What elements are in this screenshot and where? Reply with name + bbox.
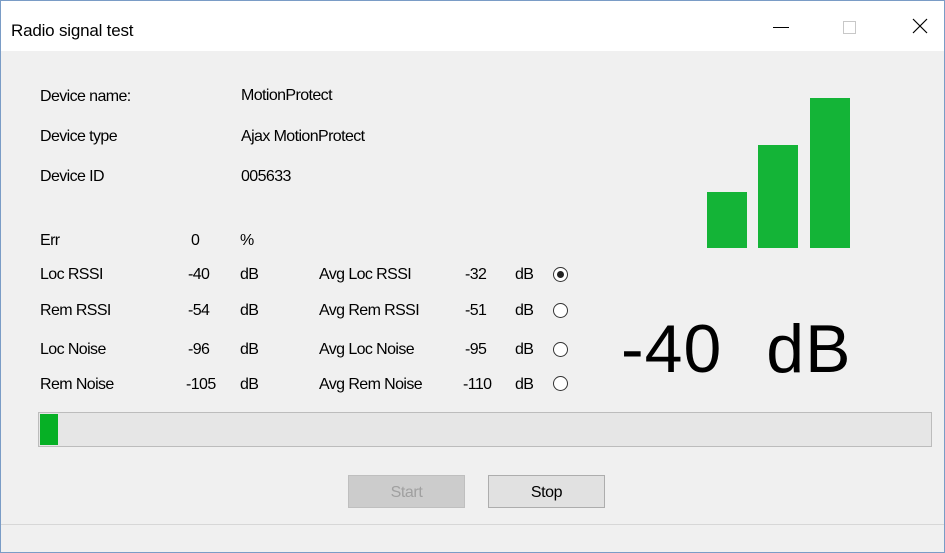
close-button[interactable] bbox=[897, 1, 943, 51]
avg-rem-rssi-unit: dB bbox=[515, 302, 534, 319]
start-button[interactable]: Start bbox=[348, 475, 465, 508]
signal-reading-value: -40 bbox=[621, 311, 723, 387]
device-name-label: Device name: bbox=[40, 88, 131, 105]
device-id-label: Device ID bbox=[40, 168, 105, 185]
rem-noise-radio[interactable] bbox=[553, 376, 568, 391]
avg-rem-rssi-label: Avg Rem RSSI bbox=[319, 302, 420, 319]
device-type-label: Device type bbox=[40, 128, 118, 145]
test-progress-bar bbox=[38, 412, 932, 447]
rem-noise-label: Rem Noise bbox=[40, 376, 114, 393]
loc-rssi-value: -40 bbox=[188, 266, 210, 283]
signal-bar-2 bbox=[758, 145, 798, 248]
avg-loc-noise-value: -95 bbox=[465, 341, 487, 358]
avg-loc-rssi-unit: dB bbox=[515, 266, 534, 283]
rem-rssi-radio[interactable] bbox=[553, 303, 568, 318]
signal-bar-1 bbox=[707, 192, 747, 248]
rem-noise-value: -105 bbox=[186, 376, 216, 393]
loc-rssi-unit: dB bbox=[240, 266, 259, 283]
avg-loc-rssi-label: Avg Loc RSSI bbox=[319, 266, 412, 283]
avg-rem-noise-unit: dB bbox=[515, 376, 534, 393]
rem-noise-unit: dB bbox=[240, 376, 259, 393]
window-title: Radio signal test bbox=[11, 21, 134, 40]
maximize-button[interactable] bbox=[826, 1, 872, 51]
loc-rssi-label: Loc RSSI bbox=[40, 266, 103, 283]
signal-bar-3 bbox=[810, 98, 850, 248]
device-name-value: MotionProtect bbox=[241, 87, 333, 104]
title-bar[interactable]: Radio signal test bbox=[1, 1, 944, 51]
device-type-value: Ajax MotionProtect bbox=[241, 128, 365, 145]
loc-noise-radio[interactable] bbox=[553, 342, 568, 357]
avg-rem-noise-value: -110 bbox=[463, 376, 492, 393]
signal-reading-unit: dB bbox=[766, 311, 852, 387]
minimize-icon bbox=[773, 26, 789, 28]
loc-noise-label: Loc Noise bbox=[40, 341, 106, 358]
stop-button[interactable]: Stop bbox=[488, 475, 605, 508]
progress-fill bbox=[40, 414, 58, 445]
loc-rssi-radio[interactable] bbox=[553, 267, 568, 282]
rem-rssi-label: Rem RSSI bbox=[40, 302, 111, 319]
loc-noise-unit: dB bbox=[240, 341, 259, 358]
maximize-icon bbox=[842, 20, 856, 34]
err-label: Err bbox=[40, 232, 60, 249]
avg-rem-rssi-value: -51 bbox=[465, 302, 487, 319]
avg-loc-rssi-value: -32 bbox=[465, 266, 487, 283]
loc-noise-value: -96 bbox=[188, 341, 210, 358]
avg-rem-noise-label: Avg Rem Noise bbox=[319, 376, 423, 393]
signal-reading: -40 dB bbox=[621, 309, 851, 389]
rem-rssi-value: -54 bbox=[188, 302, 210, 319]
radio-selected-dot bbox=[557, 271, 564, 278]
close-icon bbox=[912, 18, 928, 34]
avg-loc-noise-label: Avg Loc Noise bbox=[319, 341, 415, 358]
err-value: 0 bbox=[191, 232, 200, 249]
err-unit: % bbox=[240, 232, 254, 249]
radio-signal-test-window: Radio signal test Device name: MotionPro… bbox=[0, 0, 945, 553]
device-id-value: 005633 bbox=[241, 168, 291, 185]
rem-rssi-unit: dB bbox=[240, 302, 259, 319]
status-bar bbox=[1, 524, 944, 552]
minimize-button[interactable] bbox=[758, 1, 804, 51]
avg-loc-noise-unit: dB bbox=[515, 341, 534, 358]
